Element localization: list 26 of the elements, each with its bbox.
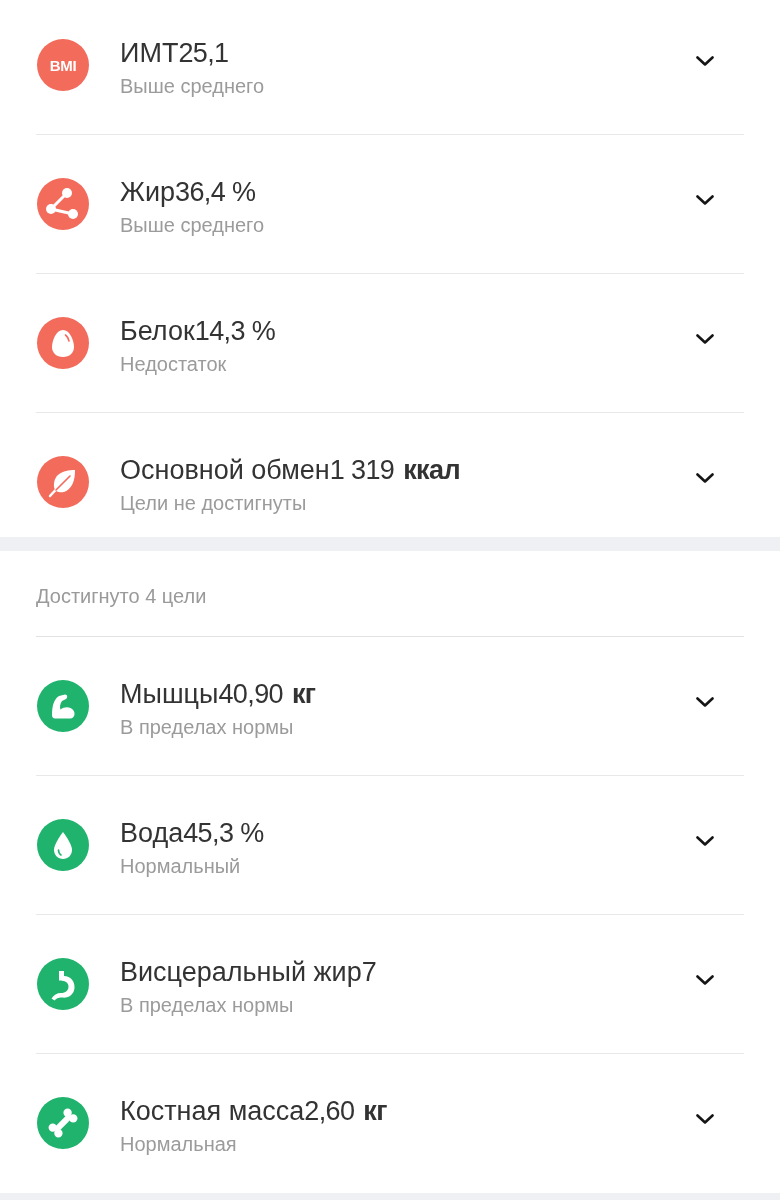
- chevron-down-icon: [696, 1114, 714, 1124]
- metric-title: Жир36,4 %: [120, 176, 256, 208]
- metric-status: Недостаток: [120, 352, 227, 377]
- chevron-down-icon: [696, 836, 714, 846]
- section-header: Достигнуто 4 цели: [36, 585, 207, 607]
- chevron-down-icon: [696, 195, 714, 205]
- metric-status: Выше среднего: [120, 74, 265, 99]
- metric-status: В пределах нормы: [120, 993, 294, 1018]
- chevron-down-icon: [696, 697, 714, 707]
- metric-status: Выше среднего: [120, 213, 265, 238]
- metric-status: В пределах нормы: [120, 715, 294, 740]
- chevron-down-icon: [696, 975, 714, 985]
- metric-status: Нормальный: [120, 854, 241, 879]
- metric-title: Костная масса2,60 кг: [120, 1095, 387, 1127]
- metric-title: Вода45,3 %: [120, 817, 264, 849]
- metric-title: Висцеральный жир7: [120, 956, 377, 988]
- metric-title: ИМТ25,1: [120, 37, 229, 69]
- metric-title: Основной обмен1 319 ккал: [120, 454, 460, 486]
- metric-title: Мышцы40,90 кг: [120, 678, 316, 710]
- chevron-down-icon: [696, 334, 714, 344]
- metric-status: Нормальная: [120, 1132, 237, 1157]
- bmi-badge: BMI: [37, 39, 89, 91]
- metric-title: Белок14,3 %: [120, 315, 276, 347]
- chevron-down-icon: [696, 56, 714, 66]
- chevron-down-icon: [696, 473, 714, 483]
- metric-status: Цели не достигнуты: [120, 491, 307, 516]
